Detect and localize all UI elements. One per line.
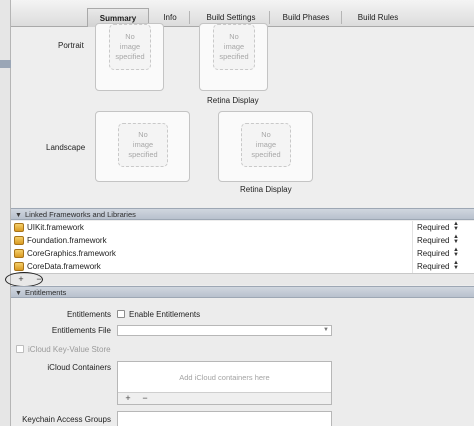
icloud-containers-placeholder: Add iCloud containers here bbox=[179, 373, 270, 382]
portrait-retina-image-well[interactable]: No image specified bbox=[199, 23, 268, 91]
disclosure-triangle-icon[interactable]: ▼ bbox=[15, 288, 25, 299]
status-stepper-icon[interactable]: ▲ ▼ bbox=[453, 247, 459, 258]
framework-toolbox-icon bbox=[14, 249, 24, 258]
no-image-placeholder: No image specified bbox=[213, 24, 255, 70]
launch-images-section: Portrait No image specified No image specifi… bbox=[11, 23, 474, 207]
enable-entitlements-label[interactable]: Enable Entitlements bbox=[129, 310, 200, 319]
linked-frameworks-title: Linked Frameworks and Libraries bbox=[25, 210, 136, 219]
icloud-containers-label: iCloud Containers bbox=[47, 363, 111, 372]
left-edge-marker bbox=[0, 60, 11, 68]
add-icloud-container-button[interactable]: + bbox=[121, 393, 135, 404]
framework-name: UIKit.framework bbox=[27, 223, 84, 232]
no-image-text: image bbox=[255, 140, 277, 149]
landscape-retina-label: Retina Display bbox=[240, 185, 292, 194]
no-image-text: image bbox=[223, 42, 245, 51]
keychain-access-groups-label: Keychain Access Groups bbox=[22, 415, 111, 424]
landscape-image-well[interactable]: No image specified bbox=[95, 111, 190, 182]
entitlements-title: Entitlements bbox=[25, 288, 67, 297]
framework-status-popup[interactable]: Required bbox=[417, 221, 449, 234]
status-stepper-icon[interactable]: ▲ ▼ bbox=[453, 234, 459, 245]
status-stepper-icon[interactable]: ▲ ▼ bbox=[453, 221, 459, 232]
icloud-containers-toolbar: + − bbox=[118, 392, 331, 404]
table-row[interactable]: CoreGraphics.framework Required ▲ ▼ bbox=[11, 247, 474, 260]
no-image-placeholder: No image specified bbox=[241, 123, 291, 167]
highlight-annotation-oval bbox=[5, 272, 43, 287]
icloud-kv-store-checkbox[interactable] bbox=[16, 345, 24, 353]
frameworks-table: UIKit.framework Required ▲ ▼ Foundation.f… bbox=[11, 221, 474, 273]
landscape-retina-image-well[interactable]: No image specified bbox=[218, 111, 313, 182]
framework-toolbox-icon bbox=[14, 236, 24, 245]
tab-separator bbox=[189, 11, 190, 24]
no-image-text: No bbox=[138, 130, 148, 139]
table-row[interactable]: Foundation.framework Required ▲ ▼ bbox=[11, 234, 474, 247]
framework-toolbox-icon bbox=[14, 262, 24, 271]
enable-entitlements-checkbox[interactable] bbox=[117, 310, 125, 318]
tab-build-rules[interactable]: Build Rules bbox=[347, 8, 409, 27]
no-image-text: No bbox=[125, 32, 135, 41]
no-image-text: No bbox=[229, 32, 239, 41]
no-image-text: specified bbox=[219, 52, 249, 61]
tab-separator bbox=[341, 11, 342, 24]
no-image-placeholder: No image specified bbox=[109, 24, 151, 70]
table-row[interactable]: CoreData.framework Required ▲ ▼ bbox=[11, 260, 474, 273]
tab-separator bbox=[269, 11, 270, 24]
portrait-image-well[interactable]: No image specified bbox=[95, 23, 164, 91]
portrait-retina-label: Retina Display bbox=[207, 96, 259, 105]
linked-frameworks-header[interactable]: ▼ Linked Frameworks and Libraries bbox=[11, 208, 474, 220]
entitlements-label: Entitlements bbox=[66, 310, 111, 319]
no-image-placeholder: No image specified bbox=[118, 123, 168, 167]
entitlements-file-label: Entitlements File bbox=[51, 326, 111, 335]
keychain-access-groups-list[interactable] bbox=[117, 411, 332, 426]
no-image-text: No bbox=[261, 130, 271, 139]
no-image-text: specified bbox=[128, 150, 158, 159]
disclosure-triangle-icon[interactable]: ▼ bbox=[15, 210, 25, 221]
icloud-containers-list[interactable]: Add iCloud containers here + − bbox=[117, 361, 332, 405]
entitlements-section: Entitlements Enable Entitlements Entitle… bbox=[11, 299, 474, 426]
framework-name: Foundation.framework bbox=[27, 236, 107, 245]
framework-status-popup[interactable]: Required bbox=[417, 234, 449, 247]
framework-status-popup[interactable]: Required bbox=[417, 260, 449, 273]
framework-name: CoreData.framework bbox=[27, 262, 101, 271]
framework-status-popup[interactable]: Required bbox=[417, 247, 449, 260]
status-stepper-icon[interactable]: ▲ ▼ bbox=[453, 260, 459, 271]
no-image-text: specified bbox=[115, 52, 145, 61]
no-image-text: specified bbox=[251, 150, 281, 159]
entitlements-file-field[interactable]: ▼ bbox=[117, 325, 332, 336]
remove-icloud-container-button[interactable]: − bbox=[138, 393, 152, 404]
framework-name: CoreGraphics.framework bbox=[27, 249, 116, 258]
entitlements-header[interactable]: ▼ Entitlements bbox=[11, 286, 474, 298]
no-image-text: image bbox=[132, 140, 154, 149]
framework-toolbox-icon bbox=[14, 223, 24, 232]
icloud-kv-store-label: iCloud Key-Value Store bbox=[28, 345, 111, 354]
table-row[interactable]: UIKit.framework Required ▲ ▼ bbox=[11, 221, 474, 234]
frameworks-toolbar: + − bbox=[11, 273, 474, 285]
left-edge-strip bbox=[0, 0, 11, 426]
no-image-text: image bbox=[119, 42, 141, 51]
tab-build-phases[interactable]: Build Phases bbox=[275, 8, 337, 27]
landscape-label: Landscape bbox=[46, 143, 86, 152]
chevron-down-icon[interactable]: ▼ bbox=[323, 327, 329, 333]
portrait-label: Portrait bbox=[58, 41, 84, 50]
